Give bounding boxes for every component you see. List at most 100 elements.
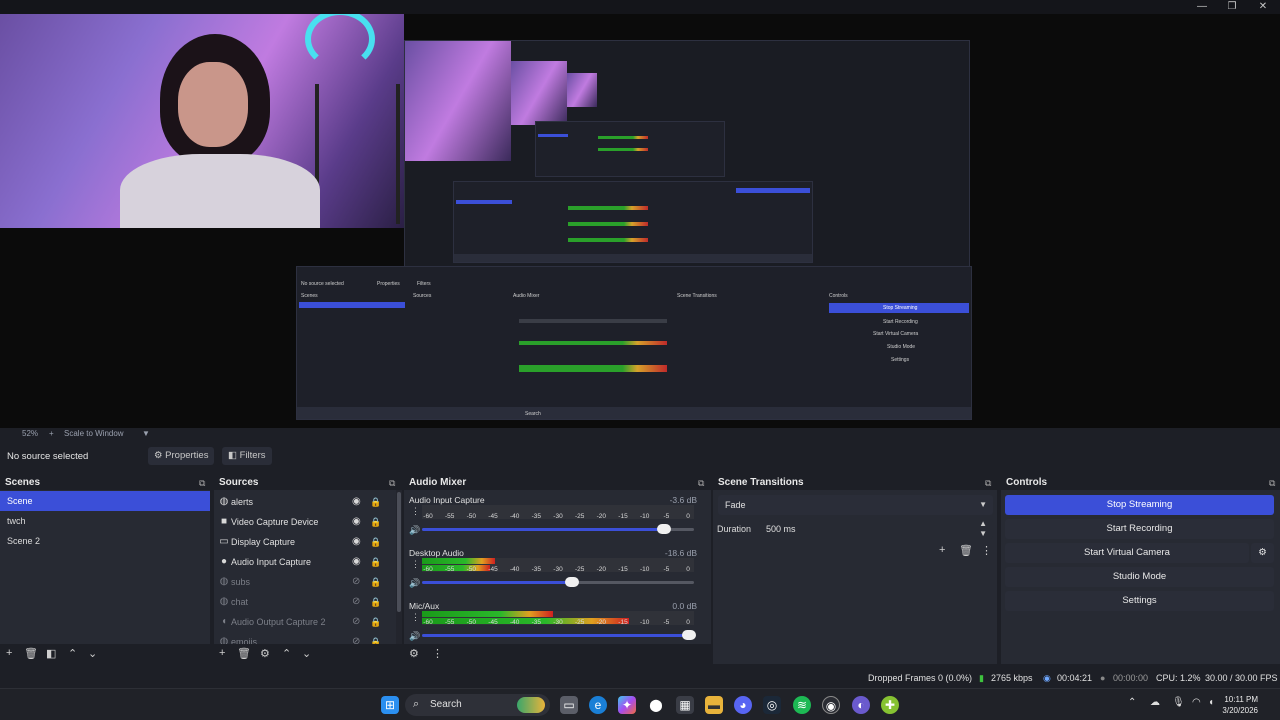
wifi-icon[interactable]: ◠ — [1192, 697, 1201, 708]
scene-item[interactable]: twch — [0, 511, 210, 531]
scene-item[interactable]: Scene 2 — [0, 531, 210, 551]
settings-button[interactable]: Settings — [1005, 591, 1274, 611]
trash-icon[interactable]: 🗑 — [237, 647, 251, 660]
source-label: alerts — [231, 497, 254, 507]
audio-mixer-title: Audio Mixer — [409, 477, 467, 488]
studio-mode-button[interactable]: Studio Mode — [1005, 567, 1274, 587]
source-item[interactable]: ■ Video Capture Device ◉ 🔒 — [214, 512, 402, 532]
eye-icon[interactable]: ◉ — [352, 512, 361, 532]
volume-slider[interactable] — [422, 581, 572, 584]
lock-icon[interactable]: 🔒 — [370, 492, 381, 512]
start-virtual-camera-button[interactable]: Start Virtual Camera — [1005, 543, 1249, 563]
clock[interactable]: 10:11 PM 3/20/2026 — [1222, 694, 1258, 716]
filter-icon[interactable]: ◧ — [46, 647, 56, 660]
obs-icon[interactable]: ◉ — [822, 696, 840, 714]
eye-hidden-icon[interactable]: ⊘ — [352, 592, 360, 612]
preview-canvas[interactable]: No source selected Properties Filters Sc… — [0, 14, 1280, 428]
lock-icon[interactable]: 🔒 — [370, 572, 381, 592]
lock-icon[interactable]: 🔒 — [370, 612, 381, 632]
lock-icon[interactable]: 🔒 — [370, 532, 381, 552]
add-icon[interactable]: + — [219, 647, 225, 659]
advanced-audio-icon[interactable]: ⚙ — [409, 647, 419, 660]
move-down-icon[interactable]: ⌄ — [88, 647, 97, 660]
spotify-icon[interactable]: ≋ — [793, 696, 811, 714]
folder-icon[interactable]: ▬ — [705, 696, 723, 714]
undock-icon[interactable]: ⧉ — [389, 478, 395, 489]
source-item[interactable]: ● Audio Input Capture ◉ 🔒 — [214, 552, 402, 572]
undock-icon[interactable]: ⧉ — [698, 478, 704, 489]
app-icon[interactable]: ◐ — [852, 696, 870, 714]
eye-icon[interactable]: ◉ — [352, 492, 361, 512]
app-icon-2[interactable]: ✚ — [881, 696, 899, 714]
start-recording-button[interactable]: Start Recording — [1005, 519, 1274, 539]
add-icon[interactable]: + — [6, 647, 12, 659]
volume-slider[interactable] — [422, 528, 665, 531]
source-item[interactable]: ◖ Audio Output Capture 2 ⊘ 🔒 — [214, 612, 402, 632]
eye-icon[interactable]: ◉ — [352, 552, 361, 572]
gear-icon[interactable]: ⚙ — [260, 647, 270, 660]
volume-icon[interactable]: ◖ — [1208, 697, 1214, 708]
speaker-icon[interactable]: 🔊 — [409, 525, 420, 536]
kebab-menu-icon[interactable]: ⋮ — [981, 544, 992, 557]
source-item[interactable]: ▭ Display Capture ◉ 🔒 — [214, 532, 402, 552]
scene-item[interactable]: Scene — [0, 491, 210, 511]
minimize-button[interactable]: — — [1187, 0, 1217, 14]
source-item[interactable]: ◍ chat ⊘ 🔒 — [214, 592, 402, 612]
scale-mode[interactable]: Scale to Window — [64, 429, 124, 438]
channel-menu-icon[interactable]: ⋮ — [411, 506, 420, 517]
restore-button[interactable]: ❐ — [1217, 0, 1247, 14]
task-view-icon[interactable]: ▭ — [560, 696, 578, 714]
zoom-level[interactable]: 52% — [22, 429, 38, 438]
cloud-icon[interactable]: ☁ — [1150, 697, 1160, 708]
zoom-add-icon[interactable]: + — [49, 429, 54, 438]
maps-pin-icon[interactable]: ⬤ — [647, 696, 665, 714]
source-item[interactable]: ◍ subs ⊘ 🔒 — [214, 572, 402, 592]
add-icon[interactable]: + — [939, 544, 945, 556]
mic-icon[interactable]: 🎙 — [1172, 697, 1185, 708]
close-button[interactable]: ✕ — [1248, 0, 1278, 14]
volume-slider-handle[interactable] — [657, 524, 672, 534]
edge-icon[interactable]: e — [589, 696, 607, 714]
lock-icon[interactable]: 🔒 — [370, 512, 381, 532]
meter-tick-label: -25 — [574, 566, 585, 573]
speaker-icon[interactable]: 🔊 — [409, 578, 420, 589]
channel-menu-icon[interactable]: ⋮ — [411, 559, 420, 570]
properties-button[interactable]: ⚙ Properties — [148, 447, 215, 465]
volume-slider-handle[interactable] — [564, 577, 579, 587]
transition-select[interactable]: Fade ▼ — [718, 495, 993, 515]
move-up-icon[interactable]: ⌃ — [68, 647, 77, 660]
undock-icon[interactable]: ⧉ — [199, 478, 205, 489]
lock-icon[interactable]: 🔒 — [370, 592, 381, 612]
eye-icon[interactable]: ◉ — [352, 532, 361, 552]
undock-icon[interactable]: ⧉ — [1269, 478, 1275, 489]
copilot-icon[interactable]: ✦ — [618, 696, 636, 714]
filters-button[interactable]: ◧ Filters — [222, 447, 272, 465]
taskbar-search[interactable]: ⌕ Search — [405, 694, 550, 716]
virtual-camera-settings-button[interactable]: ⚙ — [1251, 543, 1274, 563]
move-up-icon[interactable]: ⌃ — [282, 647, 291, 660]
undock-icon[interactable]: ⧉ — [985, 478, 991, 489]
stop-streaming-button[interactable]: Stop Streaming — [1005, 495, 1274, 515]
discord-icon[interactable]: ◕ — [734, 696, 752, 714]
source-item[interactable]: ◍ alerts ◉ 🔒 — [214, 492, 402, 512]
widgets-icon — [517, 697, 545, 713]
kebab-menu-icon[interactable]: ⋮ — [432, 647, 443, 660]
eye-hidden-icon[interactable]: ⊘ — [352, 612, 360, 632]
trash-icon[interactable]: 🗑 — [24, 647, 38, 660]
scale-dropdown-icon[interactable]: ▼ — [142, 429, 150, 438]
tray-overflow-icon[interactable]: ⌃ — [1128, 697, 1136, 708]
eye-hidden-icon[interactable]: ⊘ — [352, 572, 360, 592]
store-icon[interactable]: ▦ — [676, 696, 694, 714]
trash-icon[interactable]: 🗑 — [959, 544, 973, 557]
volume-slider[interactable] — [422, 634, 689, 637]
move-down-icon[interactable]: ⌄ — [302, 647, 311, 660]
windows-start-icon[interactable]: ⊞ — [381, 696, 399, 714]
speaker-icon[interactable]: 🔊 — [409, 631, 420, 642]
volume-slider-handle[interactable] — [681, 630, 696, 640]
channel-menu-icon[interactable]: ⋮ — [411, 612, 420, 623]
spin-down-icon[interactable]: ▼ — [979, 524, 987, 544]
duration-spinbox[interactable]: 500 ms ▲ ▼ — [759, 519, 993, 539]
volume-slider-track[interactable] — [571, 581, 694, 584]
lock-icon[interactable]: 🔒 — [370, 552, 381, 572]
steam-icon[interactable]: ◎ — [763, 696, 781, 714]
